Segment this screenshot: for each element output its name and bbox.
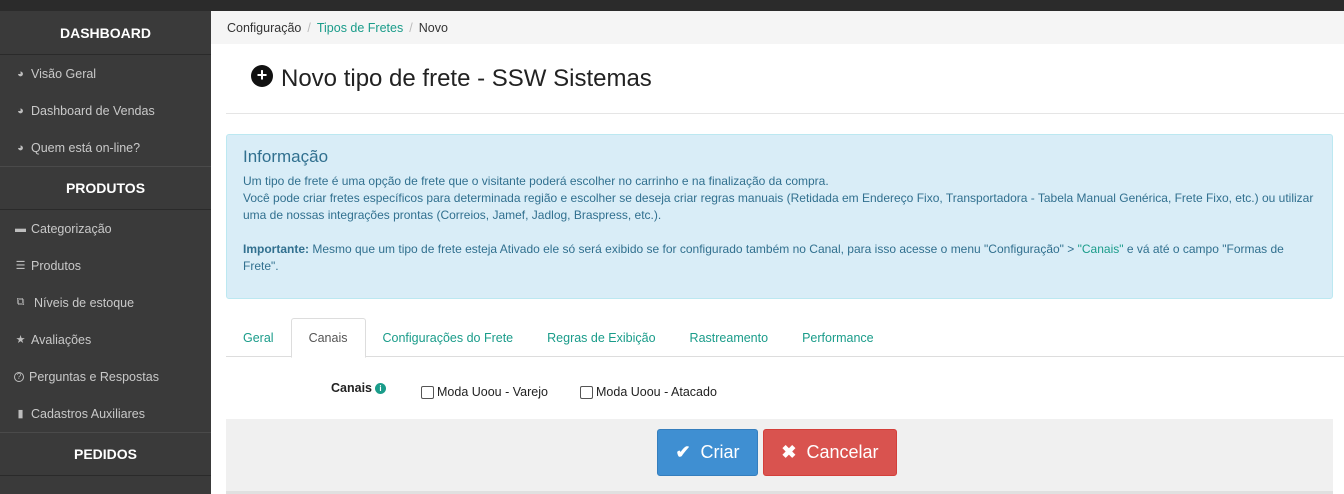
sidebar-item-label: Avaliações xyxy=(31,332,92,347)
checkbox-label: Moda Uoou - Atacado xyxy=(596,385,717,399)
sidebar-item-label: Produtos xyxy=(31,258,82,273)
breadcrumb-item-tipos-fretes[interactable]: Tipos de Fretes xyxy=(317,21,403,35)
sidebar-item-label: Visão Geral xyxy=(31,66,97,81)
important-label: Importante: xyxy=(243,242,309,256)
sidebar-section-dashboard[interactable]: DASHBOARD xyxy=(0,11,211,55)
info-line-2: Você pode criar fretes específicos para … xyxy=(243,191,1314,222)
sidebar-item-label: Quem está on-line? xyxy=(31,140,141,155)
page-header: + Novo tipo de frete - SSW Sistemas xyxy=(226,44,1344,114)
cancel-button-label: Cancelar xyxy=(806,442,879,462)
create-button[interactable]: ✔ Criar xyxy=(657,429,758,476)
sidebar-section-produtos[interactable]: PRODUTOS xyxy=(0,166,211,210)
info-icon[interactable]: i xyxy=(375,383,386,395)
canais-label: Canais i xyxy=(331,381,386,395)
info-line-1: Um tipo de frete é uma opção de frete qu… xyxy=(243,174,829,188)
question-circle-icon: ? xyxy=(14,371,24,382)
breadcrumb: Configuração / Tipos de Fretes / Novo xyxy=(211,11,1344,44)
sidebar: DASHBOARD ◕ Visão Geral ◕ Dashboard de V… xyxy=(0,11,211,494)
tab-geral[interactable]: Geral xyxy=(226,318,291,357)
cancel-button[interactable]: ✖ Cancelar xyxy=(763,429,897,476)
important-text: Mesmo que um tipo de frete esteja Ativad… xyxy=(309,242,1078,256)
folder-icon: ▬ xyxy=(15,222,26,235)
info-heading: Informação xyxy=(243,147,329,166)
checkbox-box[interactable] xyxy=(421,385,434,399)
sidebar-item-label: Categorização xyxy=(31,221,112,236)
info-alert: Informação Um tipo de frete é uma opção … xyxy=(226,134,1333,299)
dashboard-icon: ◕ xyxy=(17,104,24,117)
sidebar-item-label: Níveis de estoque xyxy=(34,295,135,310)
main-content: Configuração / Tipos de Fretes / Novo + … xyxy=(211,11,1344,494)
sidebar-item-niveis-estoque[interactable]: ⧉ Níveis de estoque xyxy=(0,284,211,321)
create-button-label: Criar xyxy=(700,442,740,462)
sidebar-item-perguntas[interactable]: ? Perguntas e Respostas xyxy=(0,358,211,395)
check-icon: ✔ xyxy=(675,442,691,462)
sidebar-item-categorizacao[interactable]: ▬ Categorização xyxy=(0,210,211,247)
checkbox-box[interactable] xyxy=(580,385,593,399)
checkbox-moda-varejo[interactable]: Moda Uoou - Varejo xyxy=(421,385,548,399)
star-icon: ★ xyxy=(15,334,26,346)
canais-link[interactable]: "Canais" xyxy=(1078,242,1124,256)
list-icon: ☰ xyxy=(15,260,26,272)
sidebar-section-pedidos[interactable]: PEDIDOS xyxy=(0,432,211,476)
dashboard-icon: ◕ xyxy=(17,141,24,154)
tab-configuracoes-frete[interactable]: Configurações do Frete xyxy=(366,318,531,357)
dashboard-icon: ◕ xyxy=(17,67,24,80)
tab-bar: Geral Canais Configurações do Frete Regr… xyxy=(226,318,1344,358)
sidebar-item-avaliacoes[interactable]: ★ Avaliações xyxy=(0,321,211,358)
checkbox-label: Moda Uoou - Varejo xyxy=(437,385,548,399)
sidebar-item-quem-online[interactable]: ◕ Quem está on-line? xyxy=(0,129,211,166)
tab-rastreamento[interactable]: Rastreamento xyxy=(673,318,786,357)
sidebar-item-dashboard-vendas[interactable]: ◕ Dashboard de Vendas xyxy=(0,92,211,129)
tab-regras-exibicao[interactable]: Regras de Exibição xyxy=(530,318,672,357)
tab-canais[interactable]: Canais xyxy=(290,318,366,358)
sidebar-item-produtos[interactable]: ☰ Produtos xyxy=(0,247,211,284)
file-icon: ▮ xyxy=(17,408,24,420)
close-icon: ✖ xyxy=(781,442,797,462)
sidebar-item-label: Perguntas e Respostas xyxy=(29,369,159,384)
form-actions: ✔ Criar ✖ Cancelar xyxy=(226,419,1333,494)
plus-circle-icon: + xyxy=(251,64,273,87)
sidebar-item-cadastros[interactable]: ▮ Cadastros Auxiliares xyxy=(0,395,211,432)
breadcrumb-item-configuracao[interactable]: Configuração xyxy=(227,21,301,35)
sidebar-item-label: Dashboard de Vendas xyxy=(31,103,155,118)
breadcrumb-separator: / xyxy=(409,20,413,35)
tab-performance[interactable]: Performance xyxy=(785,318,891,357)
page-title: Novo tipo de frete - SSW Sistemas xyxy=(281,64,652,92)
checkbox-moda-atacado[interactable]: Moda Uoou - Atacado xyxy=(580,385,717,399)
top-bar xyxy=(0,0,1344,11)
cubes-icon: ⧉ xyxy=(16,296,25,308)
sidebar-item-visao-geral[interactable]: ◕ Visão Geral xyxy=(0,55,211,92)
info-important: Importante: Mesmo que um tipo de frete e… xyxy=(243,241,1316,275)
sidebar-item-label: Cadastros Auxiliares xyxy=(31,406,145,421)
canais-field: Canais i Moda Uoou - Varejo Moda Uoou - A… xyxy=(226,377,1326,401)
breadcrumb-separator: / xyxy=(307,20,311,35)
breadcrumb-item-current: Novo xyxy=(418,20,448,35)
